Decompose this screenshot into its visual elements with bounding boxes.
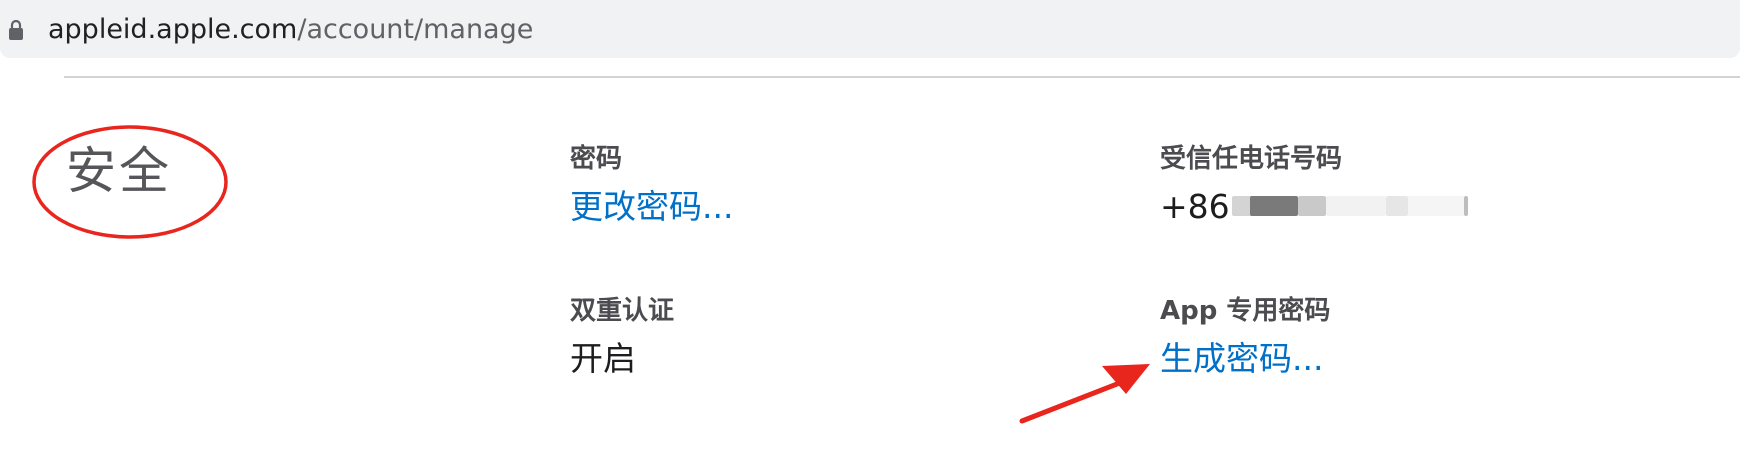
change-password-link[interactable]: 更改密码... [570, 186, 733, 228]
url-host: appleid.apple.com [48, 14, 298, 45]
two-factor-status: 开启 [570, 339, 636, 378]
url-text[interactable]: appleid.apple.com/account/manage [48, 13, 533, 47]
app-password-label: App 专用密码 [1160, 296, 1331, 326]
password-label: 密码 [570, 144, 623, 174]
two-factor-label: 双重认证 [570, 296, 675, 326]
url-path: /account/manage [297, 14, 534, 45]
trusted-phone-value: +86 [1160, 187, 1230, 226]
annotation-arrow [1019, 364, 1150, 424]
lock-icon [9, 19, 23, 40]
generate-password-link[interactable]: 生成密码... [1160, 338, 1323, 380]
trusted-phone-label: 受信任电话号码 [1160, 144, 1343, 174]
annotation-circle [32, 125, 228, 239]
address-bar[interactable]: appleid.apple.com/account/manage [0, 0, 1740, 58]
apple-id-manage-page: appleid.apple.com/account/manage 安全 密码 更… [0, 0, 1740, 470]
section-divider [64, 76, 1740, 78]
